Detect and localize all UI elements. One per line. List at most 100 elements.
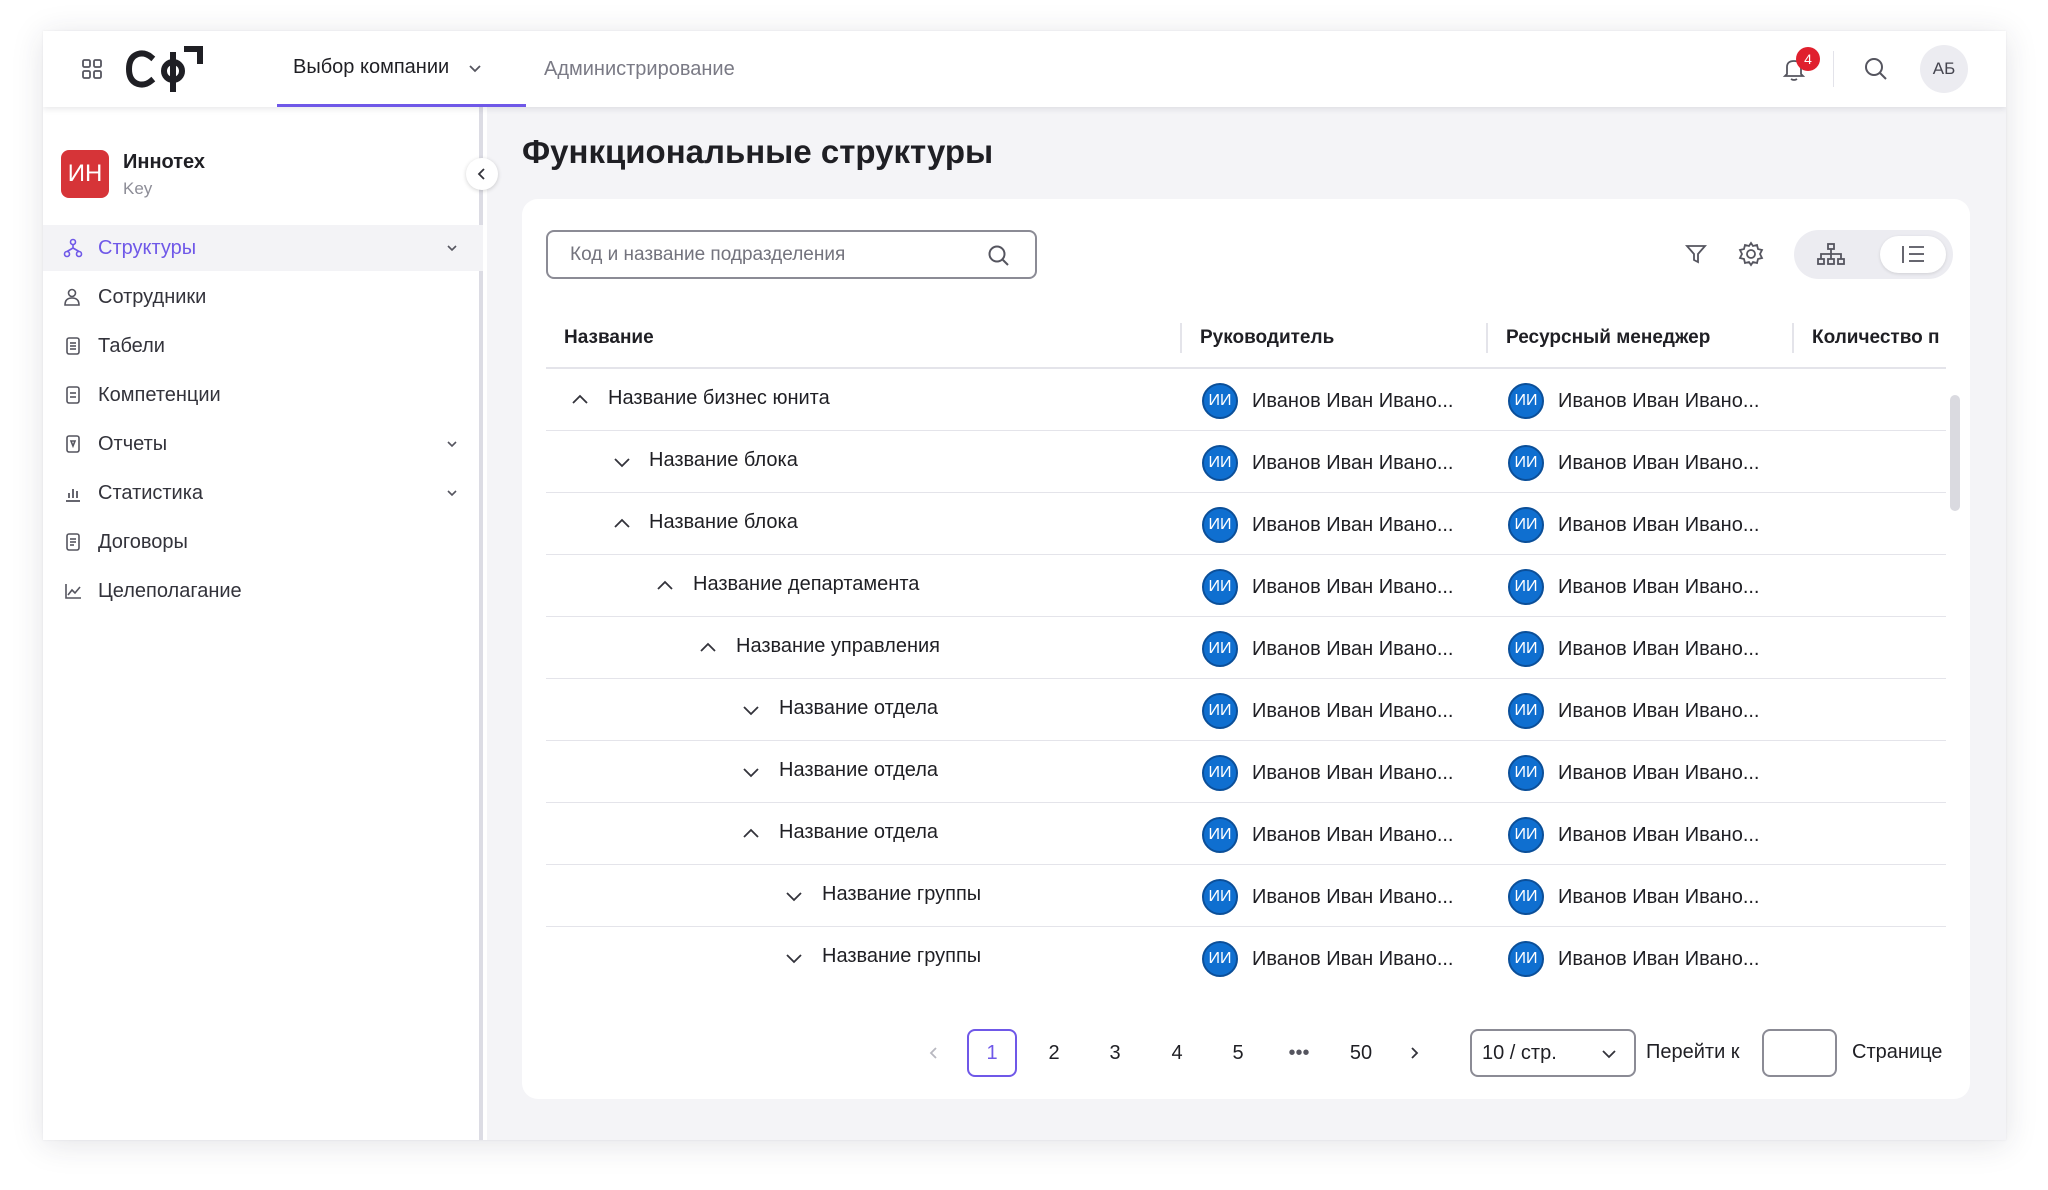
search-icon[interactable] [987, 244, 1011, 268]
row-name: Название блока [649, 511, 798, 533]
resource-manager-cell: ИИ Иванов Иван Ивано... [1508, 755, 1759, 791]
sidebar-item-structures[interactable]: Структуры [43, 225, 483, 271]
column-header-resource-manager[interactable]: Ресурсный менеджер [1506, 307, 1710, 369]
row-name: Название управления [736, 635, 941, 657]
page-button-4[interactable]: 4 [1152, 1029, 1202, 1077]
table-row[interactable]: Название группы ИИ Иванов Иван Ивано... И… [546, 865, 1946, 927]
sidebar-item-goals[interactable]: Целеполагание [43, 568, 483, 614]
notification-badge: 4 [1796, 47, 1820, 71]
page-button-last[interactable]: 50 [1336, 1029, 1386, 1077]
bar-chart-icon [66, 489, 80, 502]
page-button-5[interactable]: 5 [1213, 1029, 1263, 1077]
row-name: Название бизнес юнита [608, 387, 830, 409]
next-page-icon[interactable] [1406, 1045, 1422, 1061]
resource-manager-name: Иванов Иван Ивано... [1558, 451, 1760, 474]
sidebar-item-label: Структуры [98, 236, 197, 259]
logo[interactable] [125, 43, 205, 95]
row-name: Название блока [649, 449, 798, 471]
chevron-down-icon[interactable] [784, 886, 804, 906]
sidebar-item-contracts[interactable]: Договоры [43, 519, 483, 565]
chevron-up-icon[interactable] [612, 514, 632, 534]
manager-cell: ИИ Иванов Иван Ивано... [1202, 507, 1453, 543]
table-row[interactable]: Название бизнес юнита ИИ Иванов Иван Иван… [546, 369, 1946, 431]
sidebar-item-label: Сотрудники [98, 285, 207, 308]
table-row[interactable]: Название департамента ИИ Иванов Иван Иван… [546, 555, 1946, 617]
sidebar-item-label: Статистика [98, 481, 204, 504]
sidebar-item-timesheets[interactable]: Табели [43, 323, 483, 369]
page-button-1[interactable]: 1 [967, 1029, 1017, 1077]
tree-view-icon[interactable] [1816, 242, 1846, 267]
goto-page-input[interactable] [1762, 1029, 1837, 1077]
table-row[interactable]: Название блока ИИ Иванов Иван Ивано... ИИ… [546, 493, 1946, 555]
page-ellipsis[interactable]: ••• [1274, 1029, 1324, 1077]
manager-name: Иванов Иван Ивано... [1252, 451, 1454, 474]
table-row[interactable]: Название блока ИИ Иванов Иван Ивано... ИИ… [546, 431, 1946, 493]
nav-company-select[interactable]: Выбор компании [277, 31, 526, 107]
row-name: Название группы [822, 883, 982, 905]
page-button-2[interactable]: 2 [1029, 1029, 1079, 1077]
page-button-3[interactable]: 3 [1090, 1029, 1140, 1077]
table-row[interactable]: Название отдела ИИ Иванов Иван Ивано... И… [546, 741, 1946, 803]
chevron-down-icon [1602, 1050, 1616, 1059]
column-resizer[interactable] [1180, 323, 1182, 353]
manager-cell: ИИ Иванов Иван Ивано... [1202, 631, 1453, 667]
row-name: Название группы [822, 945, 982, 967]
chevron-up-icon[interactable] [570, 390, 590, 410]
structures-table: Название Руководитель Ресурсный менеджер… [546, 307, 1946, 987]
nav-administration[interactable]: Администрирование [544, 31, 735, 107]
filter-icon[interactable] [1684, 242, 1708, 266]
manager-cell: ИИ Иванов Иван Ивано... [1202, 817, 1453, 853]
nav-company-label: Выбор компании [293, 56, 450, 78]
column-resizer[interactable] [1792, 323, 1794, 353]
chevron-down-icon[interactable] [741, 762, 761, 782]
table-scrollbar[interactable] [1950, 395, 1960, 511]
avatar: ИИ [1508, 507, 1544, 543]
chevron-up-icon[interactable] [698, 638, 718, 658]
resource-manager-name: Иванов Иван Ивано... [1558, 513, 1760, 536]
manager-name: Иванов Иван Ивано... [1252, 761, 1454, 784]
search-icon[interactable] [1863, 56, 1889, 82]
table-row[interactable]: Название отдела ИИ Иванов Иван Ивано... И… [546, 679, 1946, 741]
sidebar-item-competencies[interactable]: Компетенции [43, 372, 483, 418]
gear-icon[interactable] [1738, 241, 1764, 267]
table-row[interactable]: Название группы ИИ Иванов Иван Ивано... И… [546, 927, 1946, 987]
manager-cell: ИИ Иванов Иван Ивано... [1202, 693, 1453, 729]
search-input[interactable]: Код и название подразделения [546, 230, 1037, 279]
chevron-down-icon [447, 441, 457, 448]
sidebar-item-employees[interactable]: Сотрудники [43, 274, 483, 320]
resource-manager-cell: ИИ Иванов Иван Ивано... [1508, 445, 1759, 481]
user-avatar[interactable]: АБ [1920, 45, 1968, 93]
chevron-down-icon[interactable] [784, 948, 804, 968]
collapse-sidebar-button[interactable] [466, 158, 498, 190]
resource-manager-cell: ИИ Иванов Иван Ивано... [1508, 383, 1759, 419]
list-view-button[interactable] [1880, 236, 1946, 273]
page-size-value: 10 / стр. [1482, 1041, 1557, 1064]
chevron-up-icon[interactable] [741, 824, 761, 844]
column-resizer[interactable] [1486, 323, 1488, 353]
prev-page-icon[interactable] [926, 1045, 942, 1061]
manager-name: Иванов Иван Ивано... [1252, 513, 1454, 536]
sidebar-item-label: Целеполагание [98, 579, 242, 602]
column-header-count[interactable]: Количество п [1812, 307, 1940, 369]
chevron-down-icon [447, 490, 457, 497]
sidebar-item-reports[interactable]: Отчеты [43, 421, 483, 467]
chevron-down-icon[interactable] [612, 452, 632, 472]
manager-cell: ИИ Иванов Иван Ивано... [1202, 755, 1453, 791]
avatar: ИИ [1202, 631, 1238, 667]
resource-manager-name: Иванов Иван Ивано... [1558, 761, 1760, 784]
chevron-down-icon[interactable] [741, 700, 761, 720]
table-row[interactable]: Название управления ИИ Иванов Иван Ивано.… [546, 617, 1946, 679]
column-header-name[interactable]: Название [564, 307, 654, 369]
apps-grid-icon[interactable] [80, 57, 104, 81]
page-size-select[interactable]: 10 / стр. [1470, 1029, 1636, 1077]
sidebar-item-statistics[interactable]: Статистика [43, 470, 483, 516]
manager-name: Иванов Иван Ивано... [1252, 947, 1454, 970]
resource-manager-name: Иванов Иван Ивано... [1558, 823, 1760, 846]
chevron-up-icon[interactable] [655, 576, 675, 596]
column-header-manager[interactable]: Руководитель [1200, 307, 1334, 369]
avatar: ИИ [1508, 631, 1544, 667]
resource-manager-name: Иванов Иван Ивано... [1558, 389, 1760, 412]
table-row[interactable]: Название отдела ИИ Иванов Иван Ивано... И… [546, 803, 1946, 865]
page-title: Функциональные структуры [522, 133, 994, 170]
manager-cell: ИИ Иванов Иван Ивано... [1202, 879, 1453, 915]
